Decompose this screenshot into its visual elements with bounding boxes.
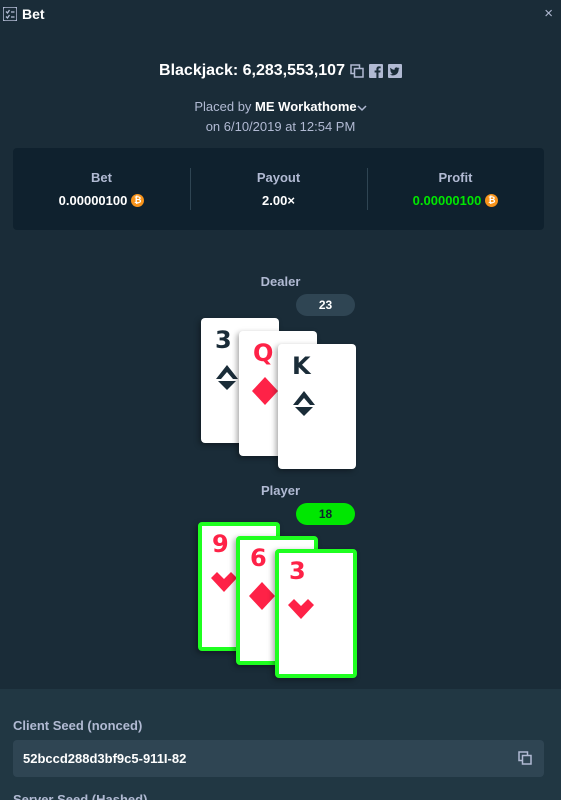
- username-link[interactable]: ME Workathome: [255, 99, 357, 114]
- bet-date: on 6/10/2019 at 12:54 PM: [205, 119, 356, 134]
- close-icon[interactable]: ×: [544, 5, 553, 22]
- card-rank: K: [292, 352, 311, 380]
- bet-value: 0.00000100: [58, 193, 128, 208]
- diamond-icon: [249, 582, 275, 610]
- stat-payout: Payout 2.00×: [190, 148, 367, 230]
- bitcoin-icon: ₿: [131, 194, 145, 207]
- profit-value: 0.00000100: [412, 193, 482, 208]
- card-rank: 6: [250, 544, 267, 572]
- card-rank: 9: [212, 530, 229, 558]
- twitter-icon[interactable]: [387, 64, 402, 78]
- diamond-icon: [252, 377, 278, 405]
- bitcoin-icon: ₿: [485, 194, 499, 207]
- bet-list-icon: [3, 7, 17, 21]
- server-seed-label: Server Seed (Hashed): [13, 792, 148, 800]
- modal-header: Bet ×: [0, 0, 561, 30]
- payout-label: Payout: [256, 170, 301, 185]
- bet-value-row: 0.00000100 ₿: [59, 193, 145, 208]
- copy-icon[interactable]: [350, 64, 364, 78]
- fairness-panel: Client Seed (nonced) 52bccd288d3bf9c5-91…: [0, 689, 561, 800]
- player-label: Player: [260, 483, 301, 498]
- dealer-score-badge: 23: [296, 294, 355, 316]
- game-title-row: Blackjack: 6,283,553,107: [0, 62, 561, 80]
- stat-profit: Profit 0.00000100 ₿: [367, 148, 544, 230]
- modal-title: Bet: [22, 6, 45, 22]
- player-card-3: 3: [275, 549, 357, 678]
- payout-value: 2.00×: [262, 193, 295, 208]
- bet-stats-panel: Bet 0.00000100 ₿ Payout 2.00× Profit 0.0…: [13, 148, 544, 230]
- placed-by: Placed by ME Workathome: [0, 99, 561, 114]
- bet-label: Bet: [91, 170, 112, 185]
- card-rank: 3: [289, 557, 306, 585]
- client-seed-field[interactable]: 52bccd288d3bf9c5-911I-82: [13, 740, 544, 777]
- dealer-card-3: K: [278, 344, 356, 469]
- client-seed-label: Client Seed (nonced): [13, 718, 143, 733]
- client-seed-value: 52bccd288d3bf9c5-911I-82: [23, 751, 187, 766]
- spade-icon: [293, 391, 315, 416]
- stat-bet: Bet 0.00000100 ₿: [13, 148, 190, 230]
- placed-by-prefix: Placed by: [194, 99, 252, 114]
- card-rank: 3: [215, 326, 232, 354]
- profit-value-row: 0.00000100 ₿: [413, 193, 499, 208]
- heart-icon: [288, 599, 314, 619]
- dealer-label: Dealer: [260, 274, 301, 289]
- player-score-badge: 18: [296, 503, 355, 525]
- copy-icon[interactable]: [518, 751, 532, 765]
- game-title: Blackjack: 6,283,553,107: [159, 62, 345, 79]
- facebook-icon[interactable]: [368, 64, 383, 78]
- profit-label: Profit: [438, 170, 473, 185]
- card-rank: Q: [253, 339, 274, 367]
- chevron-down-icon[interactable]: [357, 104, 367, 112]
